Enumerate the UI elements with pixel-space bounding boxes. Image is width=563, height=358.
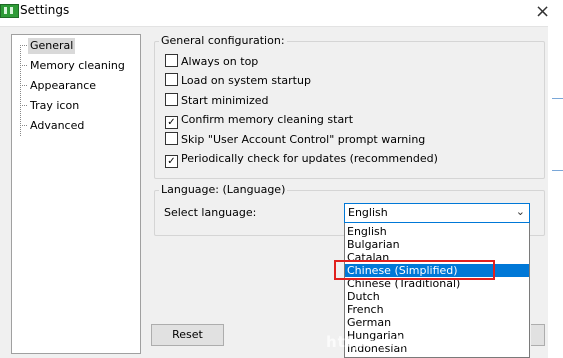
sidebar-item-memory-cleaning[interactable]: Memory cleaning <box>28 58 127 74</box>
tree-connector <box>20 65 27 66</box>
annotation-highlight-box <box>334 260 495 280</box>
checkbox-box[interactable] <box>165 73 178 86</box>
language-option-french[interactable]: French <box>345 303 529 316</box>
sidebar-item-tray-icon[interactable]: Tray icon <box>28 98 81 114</box>
load-on-startup-checkbox[interactable]: Load on system startup <box>165 73 311 89</box>
watermark: https://blog.csdn.net <box>326 333 525 351</box>
app-icon <box>0 4 19 18</box>
language-select[interactable]: English ⌄ <box>344 203 530 223</box>
tree-connector <box>20 105 27 106</box>
always-on-top-checkbox[interactable]: Always on top <box>165 54 258 70</box>
language-option-german[interactable]: German <box>345 316 529 329</box>
close-button[interactable]: × <box>522 0 563 26</box>
language-group-title: Language: (Language) <box>159 183 288 196</box>
window-title: Settings <box>20 3 70 17</box>
checkbox-label: Start minimized <box>181 94 269 107</box>
checkbox-box[interactable] <box>165 54 178 67</box>
checkbox-label: Periodically check for updates (recommen… <box>181 152 438 165</box>
title-bar: Settings × <box>0 0 563 27</box>
checkbox-box[interactable]: ✓ <box>165 116 178 129</box>
background-line <box>552 98 563 99</box>
start-minimized-checkbox[interactable]: Start minimized <box>165 93 268 109</box>
checkbox-label: Load on system startup <box>181 74 311 87</box>
language-option-bulgarian[interactable]: Bulgarian <box>345 238 529 251</box>
background-line <box>552 170 563 171</box>
partially-hidden-button[interactable] <box>531 324 545 346</box>
language-option-english[interactable]: English <box>345 225 529 238</box>
language-select-value: English <box>348 206 388 219</box>
checkbox-label: Always on top <box>181 55 259 68</box>
select-language-label: Select language: <box>164 206 257 219</box>
tree-connector <box>20 85 27 86</box>
chevron-down-icon[interactable]: ⌄ <box>516 205 525 218</box>
check-mark-icon: ✓ <box>167 156 176 167</box>
checkbox-box[interactable]: ✓ <box>165 155 178 168</box>
tree-connector <box>20 45 27 46</box>
checkbox-box[interactable] <box>165 93 178 106</box>
sidebar-item-appearance[interactable]: Appearance <box>28 78 98 94</box>
confirm-cleaning-checkbox[interactable]: ✓ Confirm memory cleaning start <box>165 112 354 129</box>
general-configuration-title: General configuration: <box>159 34 287 47</box>
tree-connector <box>20 125 27 126</box>
sidebar-item-advanced[interactable]: Advanced <box>28 118 86 134</box>
background-window-strip <box>548 26 563 358</box>
checkbox-box[interactable] <box>165 132 178 145</box>
checkbox-label: Skip "User Account Control" prompt warni… <box>181 133 426 146</box>
checkbox-label: Confirm memory cleaning start <box>181 113 354 126</box>
language-option-dutch[interactable]: Dutch <box>345 290 529 303</box>
check-updates-checkbox[interactable]: ✓ Periodically check for updates (recomme… <box>165 151 438 168</box>
reset-button[interactable]: Reset <box>151 324 224 346</box>
skip-uac-warning-checkbox[interactable]: Skip "User Account Control" prompt warni… <box>165 132 425 148</box>
check-mark-icon: ✓ <box>167 117 176 128</box>
sidebar-item-general[interactable]: General <box>28 38 76 54</box>
settings-category-tree[interactable]: General Memory cleaning Appearance Tray … <box>11 34 141 354</box>
